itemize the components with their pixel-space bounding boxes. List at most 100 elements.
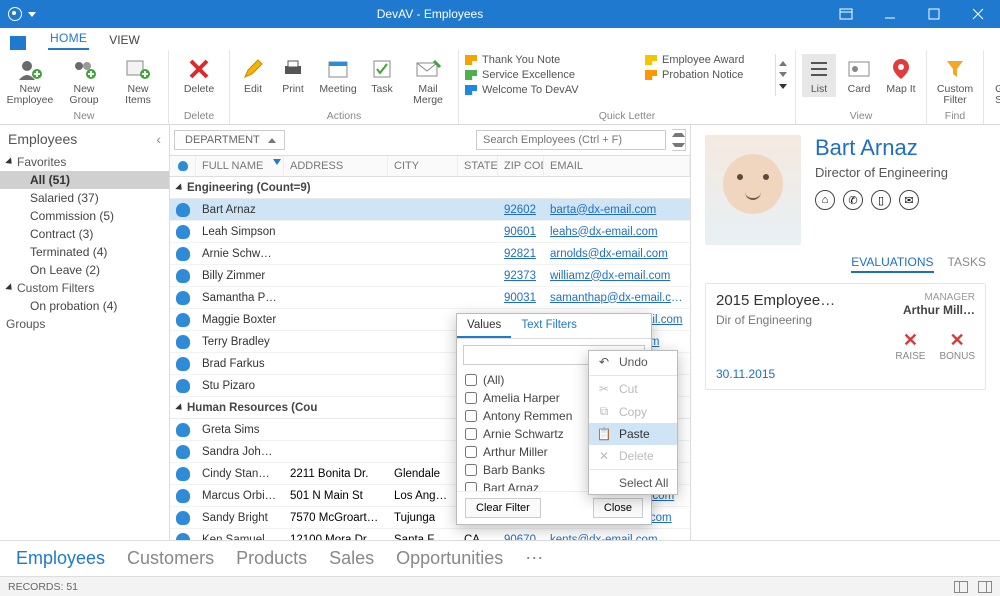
bonus-mark: ✕BONUS	[939, 330, 975, 362]
col-city[interactable]: CITY	[388, 156, 458, 176]
mobile-icon[interactable]: ▯	[871, 190, 891, 210]
detail-tab-tasks[interactable]: TASKS	[948, 255, 986, 273]
ctx-paste[interactable]: 📋Paste	[589, 423, 677, 445]
tab-home[interactable]: HOME	[48, 28, 89, 50]
btab-opportunities[interactable]: Opportunities	[396, 548, 503, 569]
tree-item[interactable]: On probation (4)	[0, 297, 169, 315]
filter-glyph-icon[interactable]	[273, 159, 281, 165]
table-row[interactable]: Bart Arnaz92602barta@dx-email.com	[170, 199, 690, 221]
print-button[interactable]: Print	[276, 54, 310, 97]
ribbon-mode-button[interactable]	[824, 0, 868, 28]
detail-title: Director of Engineering	[815, 165, 948, 180]
search-spin[interactable]	[672, 129, 686, 151]
table-row[interactable]: Arnie Schwartz92821arnolds@dx-email.com	[170, 243, 690, 265]
getting-started-button[interactable]: 123Getting Started	[990, 54, 1000, 108]
ql-employee-award[interactable]: Employee Award	[645, 54, 775, 66]
btab-employees[interactable]: Employees	[16, 548, 105, 569]
eval-mgr-label: MANAGER	[903, 292, 975, 303]
task-button[interactable]: Task	[366, 54, 398, 97]
bottom-tabs: Employees Customers Products Sales Oppor…	[0, 540, 1000, 576]
new-group-label: New Group	[60, 84, 108, 106]
ql-service-excellence[interactable]: Service Excellence	[465, 69, 645, 81]
map-it-label: Map It	[886, 84, 915, 95]
custom-filter-button[interactable]: Custom Filter	[933, 54, 977, 108]
tree-item[interactable]: Groups	[0, 315, 169, 333]
view-switch-2[interactable]	[978, 581, 992, 593]
mail-merge-button[interactable]: Mail Merge	[404, 54, 452, 108]
map-it-button[interactable]: Map It	[882, 54, 920, 97]
clear-filter-button[interactable]: Clear Filter	[465, 498, 541, 518]
table-row[interactable]: Ken Samuelson12100 Mora DrSanta Fe Sprin…	[170, 529, 690, 540]
col-zip[interactable]: ZIP CODE	[498, 156, 544, 176]
table-row[interactable]: Samantha Piper90031samanthap@dx-email.co…	[170, 287, 690, 309]
edit-button[interactable]: Edit	[236, 54, 270, 97]
cut-icon: ✂	[597, 382, 611, 396]
col-icon[interactable]	[170, 156, 196, 176]
copy-icon: ⧉	[597, 404, 611, 419]
view-card-label: Card	[848, 84, 871, 95]
minimize-button[interactable]	[868, 0, 912, 28]
tree-item[interactable]: All (51)	[0, 171, 169, 189]
nav-collapse-icon[interactable]: ‹	[156, 131, 161, 147]
task-label: Task	[371, 84, 393, 95]
group-delete-label: Delete	[184, 108, 214, 122]
tree-item[interactable]: On Leave (2)	[0, 261, 169, 279]
paste-icon: 📋	[597, 427, 611, 441]
new-items-button[interactable]: New Items	[114, 54, 162, 108]
tree-item[interactable]: Salaried (37)	[0, 189, 169, 207]
home-icon[interactable]: ⌂	[815, 190, 835, 210]
meeting-button[interactable]: Meeting	[316, 54, 360, 97]
app-icon	[8, 7, 22, 21]
detail-tab-eval[interactable]: EVALUATIONS	[851, 255, 933, 273]
new-group-button[interactable]: New Group	[60, 54, 108, 108]
tab-view[interactable]: VIEW	[107, 30, 142, 50]
btab-products[interactable]: Products	[236, 548, 307, 569]
col-email[interactable]: EMAIL	[544, 156, 690, 176]
delete-button[interactable]: Delete	[175, 54, 223, 97]
mail-icon[interactable]: ✉	[899, 190, 919, 210]
ribbon-tabs: HOME VIEW	[0, 28, 1000, 50]
btab-customers[interactable]: Customers	[127, 548, 214, 569]
qat-dropdown-icon[interactable]	[28, 12, 36, 17]
file-tab[interactable]	[10, 36, 26, 50]
table-row[interactable]: Billy Zimmer92373williamz@dx-email.com	[170, 265, 690, 287]
tree-item[interactable]: Contract (3)	[0, 225, 169, 243]
btab-sales[interactable]: Sales	[329, 548, 374, 569]
close-button[interactable]	[956, 0, 1000, 28]
ql-probation[interactable]: Probation Notice	[645, 69, 775, 81]
tree-item[interactable]: Commission (5)	[0, 207, 169, 225]
btab-more[interactable]: ⋯	[525, 548, 543, 569]
ctx-undo[interactable]: ↶Undo	[589, 351, 677, 373]
phone-icon[interactable]: ✆	[843, 190, 863, 210]
new-employee-button[interactable]: New Employee	[6, 54, 54, 108]
detail-pane: Bart Arnaz Director of Engineering ⌂ ✆ ▯…	[690, 125, 1000, 540]
ctx-select-all[interactable]: Select All	[589, 472, 677, 494]
view-list-button[interactable]: List	[802, 54, 836, 97]
tree-item[interactable]: Favorites	[0, 153, 169, 171]
col-address[interactable]: ADDRESS	[284, 156, 388, 176]
search-input[interactable]	[476, 130, 666, 150]
ql-thank-you[interactable]: Thank You Note	[465, 54, 645, 66]
group-header[interactable]: Engineering (Count=9)	[170, 177, 690, 199]
view-switch-1[interactable]	[954, 581, 968, 593]
col-fullname[interactable]: FULL NAME	[196, 156, 284, 176]
delete-label: Delete	[184, 84, 214, 95]
print-label: Print	[282, 84, 304, 95]
ql-gallery-toggle[interactable]	[775, 54, 789, 96]
filter-tab-text[interactable]: Text Filters	[511, 314, 587, 338]
view-card-button[interactable]: Card	[842, 54, 876, 97]
status-records: RECORDS: 51	[8, 581, 78, 593]
maximize-button[interactable]	[912, 0, 956, 28]
filter-tab-values[interactable]: Values	[457, 314, 511, 338]
ctx-copy: ⧉Copy	[589, 400, 677, 423]
titlebar: DevAV - Employees	[0, 0, 1000, 28]
col-state[interactable]: STATE	[458, 156, 498, 176]
tree-item[interactable]: Custom Filters	[0, 279, 169, 297]
new-items-label: New Items	[114, 84, 162, 106]
table-row[interactable]: Leah Simpson90601leahs@dx-email.com	[170, 221, 690, 243]
eval-card[interactable]: 2015 Employee… Dir of Engineering MANAGE…	[705, 283, 986, 390]
tree-item[interactable]: Terminated (4)	[0, 243, 169, 261]
group-by-dept-button[interactable]: DEPARTMENT	[174, 130, 285, 150]
ql-welcome[interactable]: Welcome To DevAV	[465, 84, 645, 96]
close-filter-button[interactable]: Close	[593, 498, 643, 518]
